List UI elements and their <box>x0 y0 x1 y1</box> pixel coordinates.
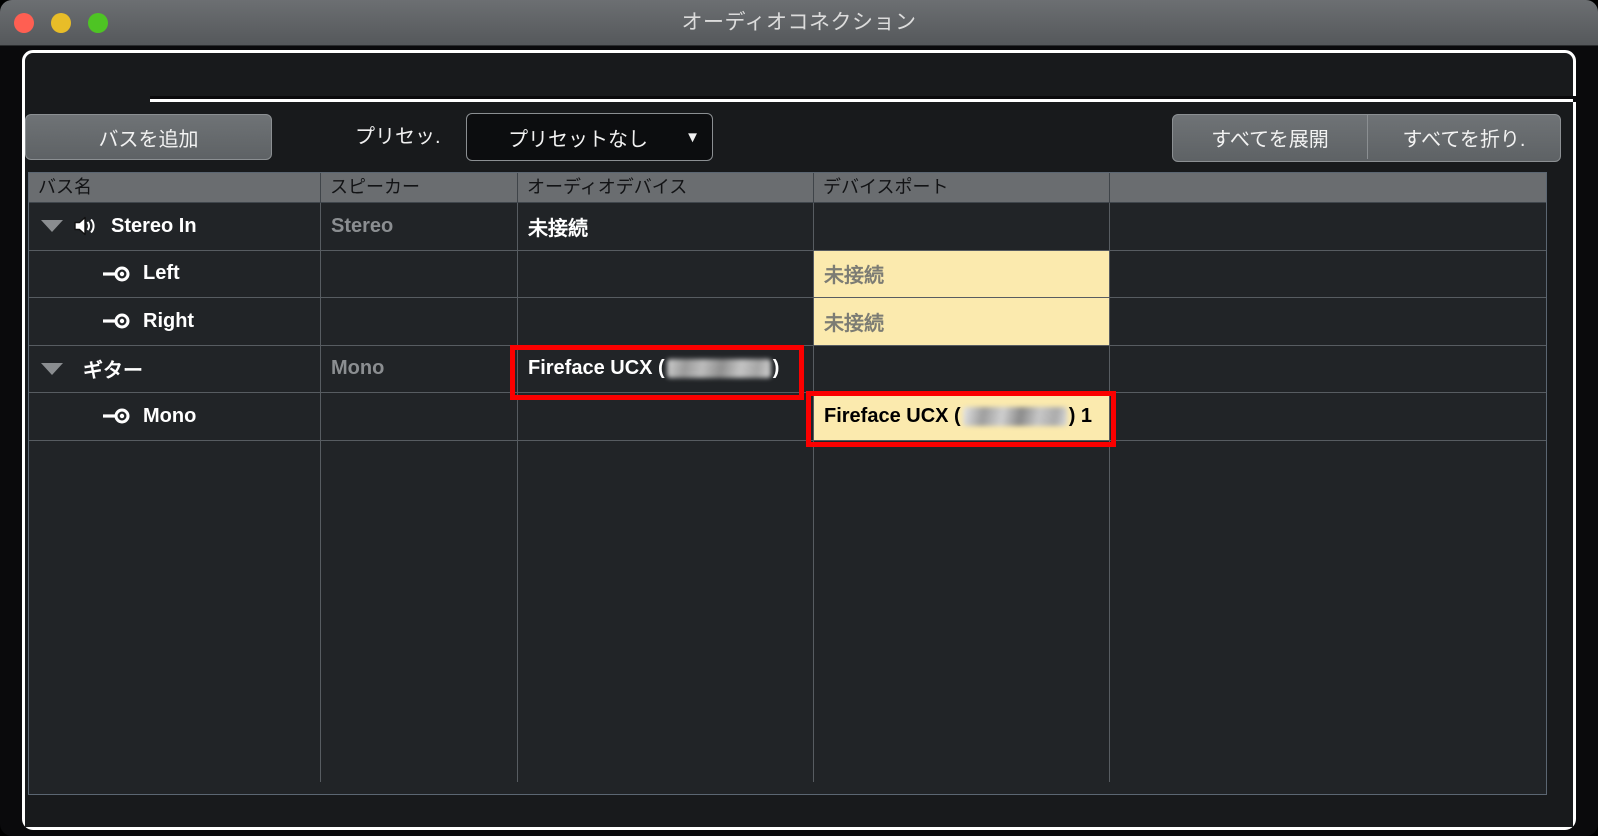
bus-name-cell[interactable]: ギター <box>29 346 321 393</box>
preset-label: プリセッ. <box>355 114 441 160</box>
tab-control-room[interactable]: Control Room <box>1018 46 1223 99</box>
tab-external-fx[interactable]: 外部FX <box>505 46 640 99</box>
column-header-device-port[interactable]: デバイスポート <box>814 173 1110 202</box>
redacted-device-name <box>667 359 771 378</box>
bus-name-cell[interactable]: Stereo In <box>29 203 321 250</box>
tab-bar: 入力 出力 グループ/FX 外部FX 外部インストゥルメント Control R… <box>0 46 1598 99</box>
spacer-cell <box>1110 346 1546 393</box>
spacer-cell <box>1110 393 1546 440</box>
audio-connections-window: オーディオコネクション 入力 出力 グループ/FX 外部FX 外部インストゥルメ… <box>0 0 1598 836</box>
empty-cell <box>29 441 321 782</box>
speaker-icon <box>73 215 99 237</box>
port-plug-icon <box>101 312 131 330</box>
empty-cell <box>1110 441 1546 782</box>
column-header-speaker[interactable]: スピーカー <box>321 173 518 202</box>
chevron-down-icon[interactable] <box>41 363 63 375</box>
column-header-spacer <box>1110 173 1546 202</box>
audio-device-cell[interactable]: Fireface UCX ( ) <box>518 346 814 393</box>
device-port-cell[interactable] <box>814 346 1110 393</box>
column-header-audio-device[interactable]: オーディオデバイス <box>518 173 814 202</box>
device-port-cell[interactable]: 未接続 <box>814 298 1110 345</box>
speaker-cell[interactable]: Stereo <box>321 203 518 250</box>
bus-name-cell[interactable]: Right <box>29 298 321 345</box>
expand-collapse-group: すべてを展開 すべてを折り. <box>1172 114 1561 162</box>
table-row[interactable]: ギター Mono Fireface UCX ( ) <box>29 346 1546 394</box>
tab-external-instrument[interactable]: 外部インストゥルメント <box>672 46 982 99</box>
port-plug-icon <box>101 407 131 425</box>
maximize-window-icon[interactable] <box>88 13 108 33</box>
device-port-label: 未接続 <box>824 307 884 336</box>
preset-dropdown-value: プリセットなし <box>479 123 677 152</box>
speaker-label: Stereo <box>321 215 393 238</box>
collapse-all-button[interactable]: すべてを折り. <box>1367 115 1560 159</box>
input-panel: バスを追加 プリセッ. プリセットなし ▼ すべてを展開 すべてを折り. バス名… <box>25 102 1573 827</box>
device-port-cell[interactable]: Fireface UCX ( ) 1 <box>814 393 1110 440</box>
preset-dropdown[interactable]: プリセットなし ▼ <box>466 113 713 161</box>
redacted-port-name <box>963 407 1067 426</box>
audio-device-cell[interactable] <box>518 393 814 440</box>
audio-device-cell[interactable] <box>518 298 814 345</box>
panel-toolbar: バスを追加 プリセッ. プリセットなし ▼ すべてを展開 すべてを折り. <box>25 102 1573 170</box>
audio-device-label-suffix: ) <box>773 357 780 380</box>
audio-device-label: Fireface UCX ( <box>528 357 665 380</box>
spacer-cell <box>1110 251 1546 298</box>
column-header-bus-name[interactable]: バス名 <box>29 173 321 202</box>
chevron-down-icon[interactable] <box>41 220 63 232</box>
table-row[interactable]: Mono Fireface UCX ( ) 1 <box>29 393 1546 441</box>
expand-all-button[interactable]: すべてを展開 <box>1173 115 1367 159</box>
audio-device-label: 未接続 <box>518 212 588 241</box>
table-row[interactable]: Stereo In Stereo 未接続 <box>29 203 1546 251</box>
traffic-light-buttons <box>14 13 108 33</box>
speaker-cell[interactable] <box>321 393 518 440</box>
spacer-cell <box>1110 298 1546 345</box>
tab-group-fx[interactable]: グループ/FX <box>300 46 470 99</box>
empty-cell <box>518 441 814 782</box>
bus-name-label: Stereo In <box>111 215 197 238</box>
window-title: オーディオコネクション <box>0 0 1598 46</box>
device-port-label: Fireface UCX ( <box>824 405 961 428</box>
child-port-label: Mono <box>143 405 196 428</box>
bus-connections-table: バス名 スピーカー オーディオデバイス デバイスポート Stereo In <box>28 172 1547 795</box>
tab-input[interactable]: 入力 <box>27 46 150 99</box>
empty-cell <box>814 441 1110 782</box>
title-bar: オーディオコネクション <box>0 0 1598 46</box>
minimize-window-icon[interactable] <box>51 13 71 33</box>
table-empty-area <box>29 441 1546 782</box>
add-bus-button[interactable]: バスを追加 <box>25 114 272 160</box>
speaker-cell[interactable]: Mono <box>321 346 518 393</box>
table-header-row: バス名 スピーカー オーディオデバイス デバイスポート <box>29 173 1546 203</box>
table-row[interactable]: Left 未接続 <box>29 251 1546 299</box>
child-port-label: Right <box>143 310 194 333</box>
bus-name-label: ギター <box>83 354 143 383</box>
child-port-label: Left <box>143 262 180 285</box>
tab-output[interactable]: 出力 <box>160 46 260 99</box>
port-plug-icon <box>101 265 131 283</box>
spacer-cell <box>1110 203 1546 250</box>
bus-name-cell[interactable]: Left <box>29 251 321 298</box>
device-port-label: 未接続 <box>824 259 884 288</box>
table-row[interactable]: Right 未接続 <box>29 298 1546 346</box>
chevron-down-icon: ▼ <box>685 129 700 146</box>
bus-name-cell[interactable]: Mono <box>29 393 321 440</box>
speaker-cell[interactable] <box>321 251 518 298</box>
speaker-cell[interactable] <box>321 298 518 345</box>
device-port-cell[interactable] <box>814 203 1110 250</box>
close-window-icon[interactable] <box>14 13 34 33</box>
empty-cell <box>321 441 518 782</box>
audio-device-cell[interactable] <box>518 251 814 298</box>
audio-device-cell[interactable]: 未接続 <box>518 203 814 250</box>
device-port-label-suffix: ) 1 <box>1069 405 1092 428</box>
speaker-label: Mono <box>321 357 384 380</box>
device-port-cell[interactable]: 未接続 <box>814 251 1110 298</box>
